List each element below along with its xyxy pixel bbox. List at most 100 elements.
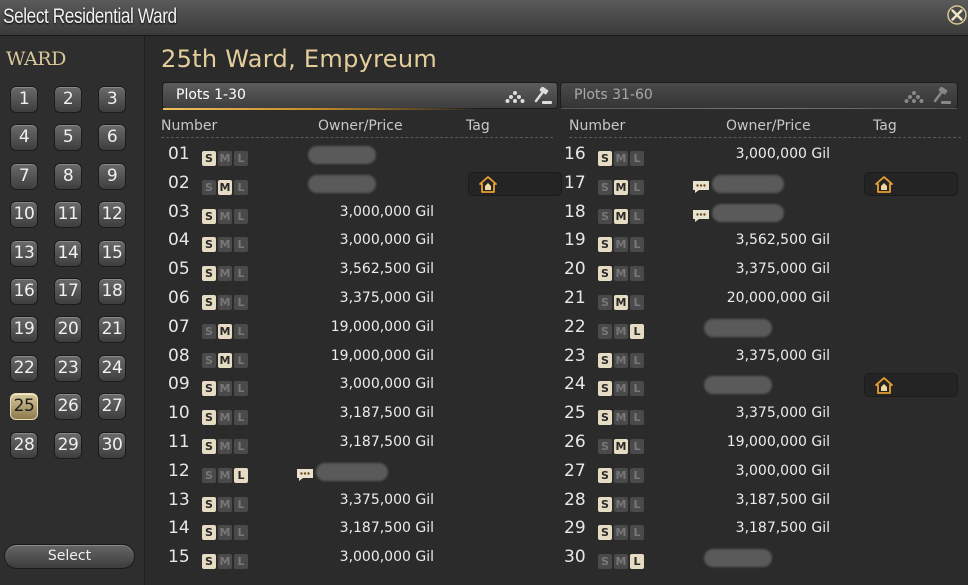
close-button[interactable]: [946, 4, 968, 26]
plot-row[interactable]: 25 S M L 3,375,000 Gil: [564, 400, 964, 428]
plot-number: 25: [564, 403, 586, 424]
tab-plots-1-30[interactable]: Plots 1-30: [162, 82, 558, 110]
ward-button-17[interactable]: 17: [54, 278, 82, 305]
size-m-badge: M: [614, 208, 628, 224]
size-s-badge: S: [598, 208, 612, 224]
plot-number: 22: [564, 316, 586, 337]
ward-button-20[interactable]: 20: [54, 316, 82, 344]
plot-row[interactable]: 23 S M L 3,375,000 Gil: [564, 343, 964, 371]
ward-button-24[interactable]: 24: [98, 354, 126, 382]
plot-row[interactable]: 14 S M L 3,187,500 Gil: [168, 515, 568, 543]
plot-number: 28: [564, 489, 586, 510]
ward-button-26[interactable]: 26: [54, 393, 82, 421]
plot-size-indicator: SML: [598, 377, 646, 397]
plot-row[interactable]: 09 S M L 3,000,000 Gil: [168, 371, 568, 399]
ward-button-25[interactable]: 25: [10, 393, 38, 421]
ward-button-1[interactable]: 1: [10, 86, 38, 113]
size-s-badge: S: [202, 496, 216, 512]
plot-row[interactable]: 22 S M L: [564, 314, 964, 342]
ward-button-27[interactable]: 27: [98, 393, 126, 421]
plot-size-indicator: SML: [202, 291, 250, 310]
ward-button-15[interactable]: 15: [98, 239, 126, 267]
ward-button-28[interactable]: 28: [10, 431, 38, 459]
ward-button-3[interactable]: 3: [98, 86, 126, 113]
plot-price: 20,000,000 Gil: [726, 290, 830, 306]
size-s-badge: S: [202, 525, 216, 541]
size-s-badge: S: [202, 237, 216, 253]
tab-active-underline: [163, 108, 557, 110]
ward-button-16[interactable]: 16: [10, 278, 38, 305]
plot-row[interactable]: 07 S M L 19,000,000 Gil: [168, 314, 568, 342]
ward-button-2[interactable]: 2: [54, 86, 82, 113]
plot-number: 12: [168, 460, 190, 481]
plot-row[interactable]: 02 S M L: [168, 170, 568, 198]
owner-name-redacted: [712, 203, 784, 222]
ward-button-21[interactable]: 21: [98, 316, 126, 344]
ward-button-19[interactable]: 19: [10, 316, 38, 344]
size-l-badge: L: [630, 554, 644, 570]
plot-size-indicator: SML: [202, 464, 250, 483]
plot-price: 3,187,500 Gil: [339, 520, 434, 537]
plot-row[interactable]: 11 S M L 3,187,500 Gil: [168, 429, 568, 457]
plot-row[interactable]: 27 S M L 3,000,000 Gil: [564, 458, 964, 486]
size-s-badge: S: [202, 467, 216, 483]
ward-button-22[interactable]: 22: [10, 354, 38, 382]
plot-size-indicator: SML: [202, 435, 250, 454]
greeting-icon: [692, 179, 710, 193]
plot-row[interactable]: 16 S M L 3,000,000 Gil: [564, 141, 964, 169]
plot-row[interactable]: 26 S M L 19,000,000 Gil: [564, 429, 964, 457]
ward-button-9[interactable]: 9: [98, 162, 126, 190]
ward-button-29[interactable]: 29: [54, 431, 82, 459]
plot-row[interactable]: 05 S M L 3,562,500 Gil: [168, 256, 568, 284]
size-l-badge: L: [234, 323, 248, 339]
ward-button-30[interactable]: 30: [98, 431, 126, 459]
size-l-badge: L: [630, 439, 644, 454]
plot-row[interactable]: 24 S M L: [564, 371, 964, 399]
plot-size-indicator: SML: [598, 262, 646, 282]
ward-button-6[interactable]: 6: [98, 124, 126, 152]
ward-button-5[interactable]: 5: [54, 124, 82, 152]
plot-price: 3,000,000 Gil: [339, 203, 434, 220]
ward-button-10[interactable]: 10: [10, 201, 38, 229]
size-m-badge: M: [218, 237, 232, 253]
plot-row[interactable]: 12 S M L: [168, 458, 568, 486]
plot-row[interactable]: 18 S M L: [564, 199, 964, 227]
title-bar: Select Residential Ward: [0, 0, 968, 36]
tab-plots-31-60[interactable]: Plots 31-60: [560, 82, 958, 109]
plot-row[interactable]: 01 S M L: [168, 141, 568, 169]
plot-price: 3,562,500 Gil: [339, 261, 434, 278]
ward-button-11[interactable]: 11: [54, 201, 82, 229]
ward-button-4[interactable]: 4: [10, 124, 38, 152]
plot-row[interactable]: 03 S M L 3,000,000 Gil: [168, 199, 568, 227]
ward-sidebar: WARD 1 2 3 4 5 6 7 8 9 10 11 12 13 14 15 16 17 18 19 20 21 22…: [0, 36, 145, 585]
ward-button-7[interactable]: 7: [10, 162, 38, 190]
plot-row[interactable]: 19 S M L 3,562,500 Gil: [564, 227, 964, 255]
size-s-badge: S: [598, 554, 612, 570]
plot-row[interactable]: 29 S M L 3,187,500 Gil: [564, 515, 964, 543]
plot-row[interactable]: 17 S M L: [564, 170, 964, 198]
ward-button-12[interactable]: 12: [98, 201, 126, 229]
plot-row[interactable]: 21 S M L 20,000,000 Gil: [564, 285, 964, 313]
plot-number: 21: [564, 288, 586, 308]
plot-row[interactable]: 13 S M L 3,375,000 Gil: [168, 487, 568, 515]
plot-row[interactable]: 08 S M L 19,000,000 Gil: [168, 343, 568, 371]
owner-name-redacted: [704, 376, 772, 395]
ward-button-23[interactable]: 23: [54, 354, 82, 382]
select-button[interactable]: Select: [4, 544, 135, 569]
ward-button-14[interactable]: 14: [54, 239, 82, 267]
plot-number: 23: [564, 345, 586, 366]
plot-row[interactable]: 04 S M L 3,000,000 Gil: [168, 227, 568, 255]
plot-row[interactable]: 30 S M L: [564, 544, 964, 572]
plot-row[interactable]: 06 S M L 3,375,000 Gil: [168, 285, 568, 313]
plot-row[interactable]: 28 S M L 3,187,500 Gil: [564, 487, 964, 515]
estate-icon: [505, 91, 525, 103]
owner-name-redacted: [316, 462, 388, 481]
ward-button-18[interactable]: 18: [98, 278, 126, 305]
plot-row[interactable]: 15 S M L 3,000,000 Gil: [168, 544, 568, 572]
plot-row[interactable]: 20 S M L 3,375,000 Gil: [564, 256, 964, 284]
plot-row[interactable]: 10 S M L 3,187,500 Gil: [168, 400, 568, 428]
ward-button-8[interactable]: 8: [54, 162, 82, 190]
plot-price: 19,000,000 Gil: [330, 347, 434, 364]
size-m-badge: M: [218, 496, 232, 512]
ward-button-13[interactable]: 13: [10, 239, 38, 267]
